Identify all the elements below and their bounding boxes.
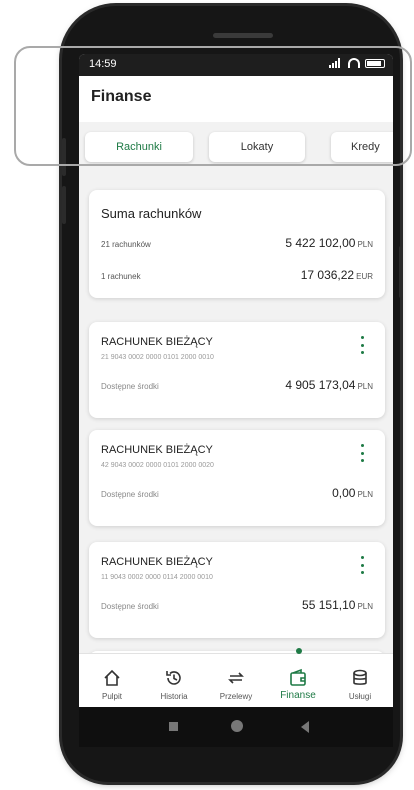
nav-item-pulpit[interactable]: Pulpit (81, 654, 143, 707)
summary-row-label: 21 rachunków (101, 240, 151, 249)
history-icon (166, 671, 181, 685)
speaker-grille (213, 33, 273, 38)
home-icon (104, 669, 120, 686)
page-title: Finanse (91, 88, 152, 105)
nav-item-uslugi[interactable]: Usługi (329, 654, 391, 707)
status-time: 14:59 (89, 58, 117, 70)
finance-tabs: Rachunki Lokaty Kredy (79, 132, 393, 164)
more-options-icon[interactable] (361, 556, 365, 574)
summary-row-value: 5 422 102,00 PLN (285, 236, 373, 250)
account-number: 21 9043 0002 0000 0101 2000 0010 (101, 354, 214, 361)
account-name: RACHUNEK BIEŻĄCY (101, 444, 213, 456)
app-screen: 14:59 Finanse Rachunki Lokaty Kredy Suma… (79, 54, 393, 707)
back-icon[interactable] (301, 721, 309, 733)
wifi-icon (348, 58, 360, 68)
nav-item-finanse[interactable]: Finanse (267, 654, 329, 707)
summary-card: Suma rachunków 21 rachunków 5 422 102,00… (89, 190, 385, 298)
balance-amount: 4 905 173,04 (285, 378, 356, 392)
account-number: 11 9043 0002 0000 0114 2000 0010 (101, 574, 213, 581)
nav-label: Przelewy (219, 692, 253, 701)
account-number: 42 9043 0002 0000 0101 2000 0020 (101, 462, 214, 469)
summary-currency: EUR (356, 272, 373, 281)
account-name: RACHUNEK BIEŻĄCY (101, 336, 213, 348)
app-header: Finanse (79, 76, 393, 122)
available-funds-label: Dostępne środki (101, 382, 159, 391)
summary-currency: PLN (357, 240, 373, 249)
database-icon (353, 669, 367, 685)
nav-label: Pulpit (101, 692, 122, 701)
more-options-icon[interactable] (361, 444, 365, 462)
balance-currency: PLN (357, 382, 373, 391)
account-name: RACHUNEK BIEŻĄCY (101, 556, 213, 568)
bottom-navigation: Pulpit Historia Przelewy Finanse Usługi (79, 648, 393, 707)
battery-icon (365, 58, 385, 68)
more-options-icon[interactable] (361, 336, 365, 354)
balance-amount: 0,00 (332, 486, 356, 500)
tab-rachunki[interactable]: Rachunki (85, 132, 193, 162)
nav-label: Finanse (280, 690, 316, 701)
home-button-icon[interactable] (231, 720, 243, 732)
nav-label: Historia (160, 692, 188, 701)
account-card[interactable]: RACHUNEK BIEŻĄCY 21 9043 0002 0000 0101 … (89, 322, 385, 418)
power-button (399, 246, 403, 298)
balance-currency: PLN (357, 602, 373, 611)
summary-amount: 17 036,22 (300, 268, 355, 282)
account-balance: 0,00 PLN (332, 486, 373, 500)
wallet-icon (290, 668, 306, 686)
volume-button (62, 138, 66, 176)
balance-amount: 55 151,10 (302, 598, 356, 612)
account-card[interactable]: RACHUNEK BIEŻĄCY 11 9043 0002 0000 0114 … (89, 542, 385, 638)
volume-button-2 (62, 186, 66, 224)
account-balance: 55 151,10 PLN (302, 598, 373, 612)
summary-row-value: 17 036,22 EUR (301, 268, 373, 282)
nav-label: Usługi (348, 692, 372, 701)
summary-amount: 5 422 102,00 (285, 236, 356, 250)
available-funds-label: Dostępne środki (101, 490, 159, 499)
signal-icon (329, 58, 343, 68)
tab-lokaty[interactable]: Lokaty (209, 132, 305, 162)
account-balance: 4 905 173,04 PLN (285, 378, 373, 392)
system-navigation-bar (79, 707, 393, 747)
account-card[interactable]: RACHUNEK BIEŻĄCY 42 9043 0002 0000 0101 … (89, 430, 385, 526)
nav-item-historia[interactable]: Historia (143, 654, 205, 707)
recent-apps-icon[interactable] (169, 722, 178, 731)
nav-item-przelewy[interactable]: Przelewy (205, 654, 267, 707)
transfer-icon (228, 672, 244, 684)
balance-currency: PLN (357, 490, 373, 499)
tab-kredyty[interactable]: Kredy (331, 132, 393, 162)
summary-row-label: 1 rachunek (101, 272, 141, 281)
available-funds-label: Dostępne środki (101, 602, 159, 611)
status-bar: 14:59 (79, 54, 393, 76)
summary-title: Suma rachunków (101, 206, 202, 221)
